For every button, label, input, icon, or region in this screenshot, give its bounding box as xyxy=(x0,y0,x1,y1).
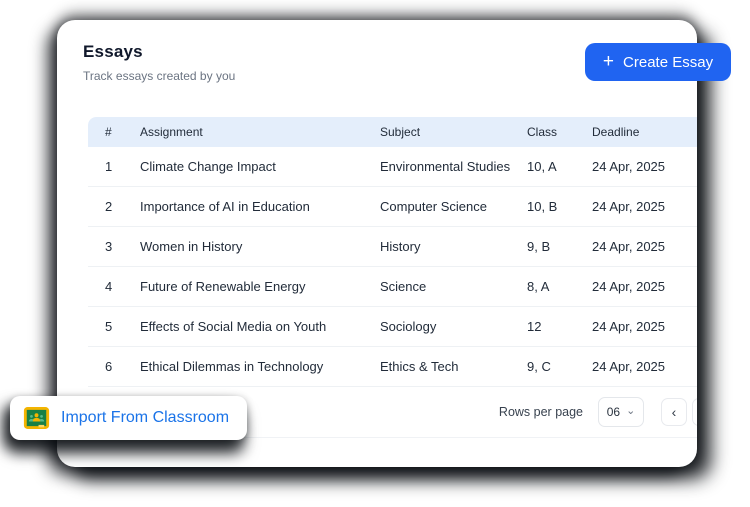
cell-assignment: Women in History xyxy=(140,227,380,267)
cell-deadline: 24 Apr, 2025 xyxy=(592,267,697,307)
plus-icon: + xyxy=(603,52,614,71)
cell-deadline: 24 Apr, 2025 xyxy=(592,307,697,347)
cell-subject: Ethics & Tech xyxy=(380,347,527,387)
table-row[interactable]: 6Ethical Dilemmas in TechnologyEthics & … xyxy=(88,347,697,387)
table-row[interactable]: 3Women in HistoryHistory9, B24 Apr, 2025 xyxy=(88,227,697,267)
cell-assignment: Future of Renewable Energy xyxy=(140,267,380,307)
create-essay-label: Create Essay xyxy=(623,54,713,71)
cell-subject: Computer Science xyxy=(380,187,527,227)
cell-class: 12 xyxy=(527,307,592,347)
cell-class: 9, C xyxy=(527,347,592,387)
next-page-button[interactable]: › xyxy=(692,398,697,426)
chevron-left-icon: ‹ xyxy=(672,404,677,420)
cell-subject: History xyxy=(380,227,527,267)
page-subtitle: Track essays created by you xyxy=(83,69,235,83)
chevron-down-icon: ⌄ xyxy=(626,406,635,417)
column-header-subject: Subject xyxy=(380,117,527,147)
rows-per-page-value: 06 xyxy=(607,405,620,419)
cell-assignment: Ethical Dilemmas in Technology xyxy=(140,347,380,387)
cell-class: 10, A xyxy=(527,147,592,187)
cell-number: 4 xyxy=(88,267,140,307)
cell-subject: Science xyxy=(380,267,527,307)
cell-deadline: 24 Apr, 2025 xyxy=(592,187,697,227)
column-header-assignment: Assignment xyxy=(140,117,380,147)
column-header-deadline: Deadline xyxy=(592,117,697,147)
cell-number: 1 xyxy=(88,147,140,187)
table-header-row: # Assignment Subject Class Deadline xyxy=(88,117,697,147)
card-header: Essays Track essays created by you xyxy=(83,42,235,83)
rows-per-page-label: Rows per page xyxy=(499,405,583,419)
create-essay-button[interactable]: + Create Essay xyxy=(585,43,731,81)
import-from-classroom-button[interactable]: Import From Classroom xyxy=(10,396,247,440)
page-title: Essays xyxy=(83,42,235,62)
import-from-classroom-label: Import From Classroom xyxy=(61,409,229,427)
cell-deadline: 24 Apr, 2025 xyxy=(592,147,697,187)
cell-class: 10, B xyxy=(527,187,592,227)
cell-number: 2 xyxy=(88,187,140,227)
cell-deadline: 24 Apr, 2025 xyxy=(592,347,697,387)
google-classroom-icon xyxy=(23,405,50,431)
cell-number: 5 xyxy=(88,307,140,347)
column-header-number: # xyxy=(88,117,140,147)
cell-assignment: Effects of Social Media on Youth xyxy=(140,307,380,347)
essays-table: # Assignment Subject Class Deadline 1Cli… xyxy=(88,117,697,387)
table-row[interactable]: 4Future of Renewable EnergyScience8, A24… xyxy=(88,267,697,307)
cell-class: 9, B xyxy=(527,227,592,267)
previous-page-button[interactable]: ‹ xyxy=(661,398,687,426)
table-row[interactable]: 1Climate Change ImpactEnvironmental Stud… xyxy=(88,147,697,187)
cell-number: 6 xyxy=(88,347,140,387)
essays-table-container: # Assignment Subject Class Deadline 1Cli… xyxy=(88,117,697,438)
cell-deadline: 24 Apr, 2025 xyxy=(592,227,697,267)
table-body: 1Climate Change ImpactEnvironmental Stud… xyxy=(88,147,697,387)
cell-number: 3 xyxy=(88,227,140,267)
cell-assignment: Climate Change Impact xyxy=(140,147,380,187)
cell-subject: Sociology xyxy=(380,307,527,347)
table-row[interactable]: 2Importance of AI in EducationComputer S… xyxy=(88,187,697,227)
column-header-class: Class xyxy=(527,117,592,147)
rows-per-page-select[interactable]: 06 ⌄ xyxy=(598,397,644,427)
cell-class: 8, A xyxy=(527,267,592,307)
cell-subject: Environmental Studies xyxy=(380,147,527,187)
cell-assignment: Importance of AI in Education xyxy=(140,187,380,227)
table-row[interactable]: 5Effects of Social Media on YouthSociolo… xyxy=(88,307,697,347)
